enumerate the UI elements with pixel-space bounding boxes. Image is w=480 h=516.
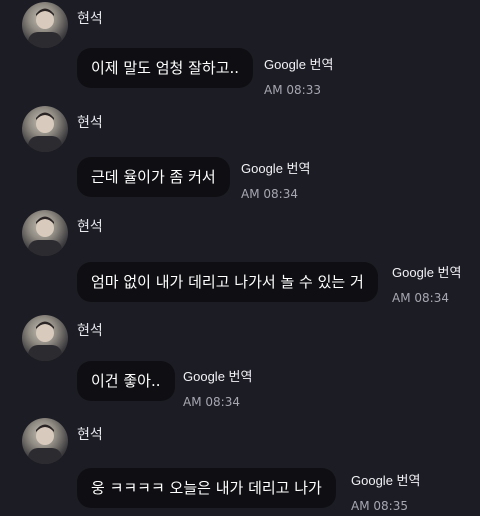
timestamp: AM 08:34: [241, 187, 298, 201]
sender-name: 현석: [77, 323, 103, 339]
avatar[interactable]: [22, 418, 68, 464]
google-translate-link[interactable]: Google 번역: [241, 158, 310, 177]
google-translate-link[interactable]: Google 번역: [351, 470, 420, 489]
sender-name: 현석: [77, 427, 103, 443]
message-bubble[interactable]: 이건 좋아..: [77, 361, 175, 401]
timestamp: AM 08:35: [351, 499, 408, 513]
timestamp: AM 08:34: [392, 291, 449, 305]
google-translate-link[interactable]: Google 번역: [264, 54, 333, 73]
message-bubble[interactable]: 이제 말도 엄청 잘하고..: [77, 48, 254, 88]
google-translate-link[interactable]: Google 번역: [392, 262, 461, 281]
sender-name: 현석: [77, 11, 103, 27]
chat-thread: 현석 이제 말도 엄청 잘하고.. Google 번역 AM 08:33 현석 …: [0, 0, 480, 516]
sender-name: 현석: [77, 219, 103, 235]
avatar[interactable]: [22, 315, 68, 361]
google-translate-link[interactable]: Google 번역: [183, 366, 252, 385]
timestamp: AM 08:33: [264, 83, 321, 97]
message-bubble[interactable]: 엄마 없이 내가 데리고 나가서 놀 수 있는 거: [77, 262, 378, 302]
sender-name: 현석: [77, 115, 103, 131]
avatar[interactable]: [22, 2, 68, 48]
message-bubble[interactable]: 근데 율이가 좀 커서: [77, 157, 230, 197]
avatar[interactable]: [22, 210, 68, 256]
message-bubble[interactable]: 웅 ㅋㅋㅋㅋ 오늘은 내가 데리고 나가: [77, 468, 336, 508]
timestamp: AM 08:34: [183, 395, 240, 409]
avatar[interactable]: [22, 106, 68, 152]
